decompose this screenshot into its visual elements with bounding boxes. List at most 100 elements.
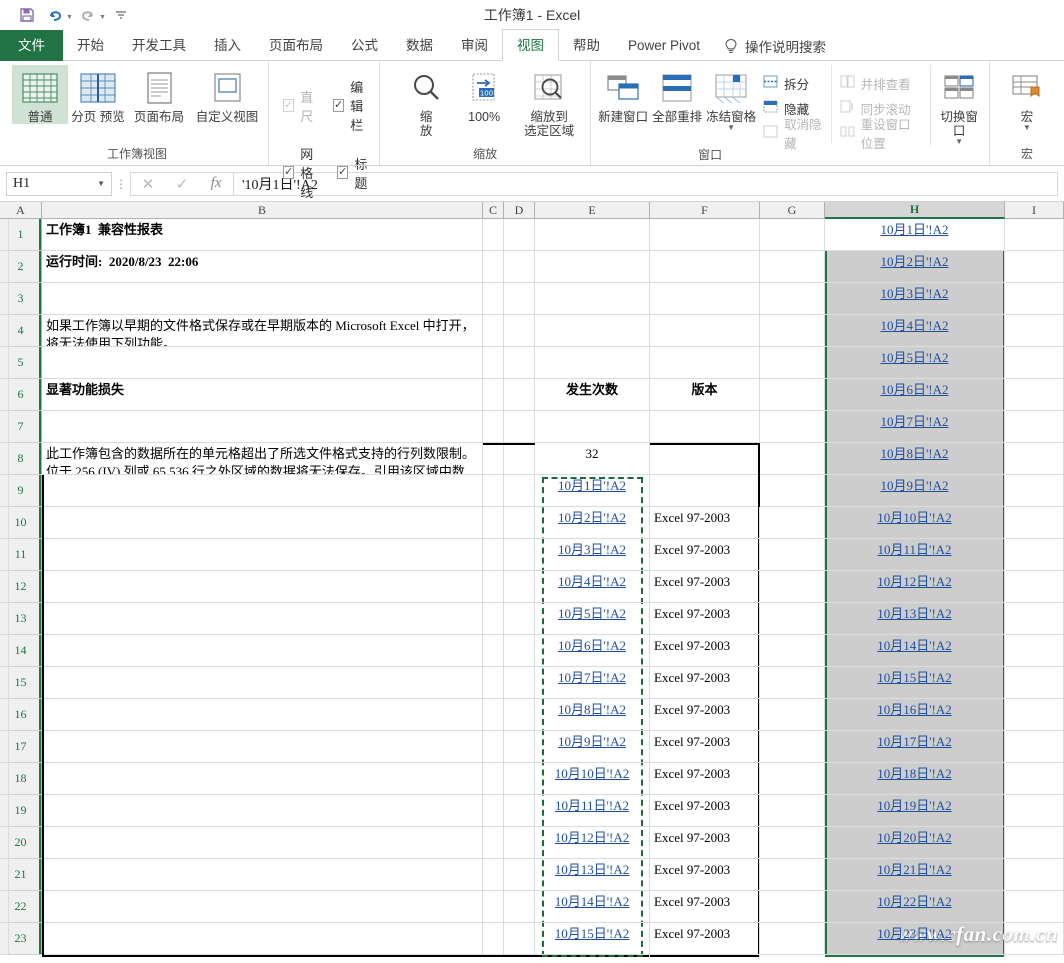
cell-H16[interactable]: 10月16日'!A2: [825, 699, 1005, 731]
cell-I8[interactable]: [1005, 443, 1064, 475]
cell-C10[interactable]: [483, 507, 504, 539]
tab-insert[interactable]: 插入: [200, 30, 255, 61]
hyperlink[interactable]: 10月16日'!A2: [877, 702, 952, 717]
cell-D23[interactable]: [504, 923, 535, 955]
cell-E13[interactable]: 10月5日'!A2: [535, 603, 650, 635]
chevron-down-icon[interactable]: ▼: [955, 138, 963, 146]
cell-E11[interactable]: 10月3日'!A2: [535, 539, 650, 571]
cell-C17[interactable]: [483, 731, 504, 763]
cell-C5[interactable]: [483, 347, 504, 379]
cell-I23[interactable]: [1005, 923, 1064, 955]
column-header-b[interactable]: B: [42, 202, 483, 219]
cell-I22[interactable]: [1005, 891, 1064, 923]
cell-D11[interactable]: [504, 539, 535, 571]
cell-G23[interactable]: [760, 923, 825, 955]
cell-E22[interactable]: 10月14日'!A2: [535, 891, 650, 923]
cell-C14[interactable]: [483, 635, 504, 667]
zoom-button[interactable]: 缩 放: [398, 65, 454, 138]
cell-F15[interactable]: Excel 97-2003: [650, 667, 760, 699]
cell-G9[interactable]: [760, 475, 825, 507]
cell-G20[interactable]: [760, 827, 825, 859]
cell-F21[interactable]: Excel 97-2003: [650, 859, 760, 891]
cell-C16[interactable]: [483, 699, 504, 731]
cell-G12[interactable]: [760, 571, 825, 603]
normal-view-button[interactable]: 普通: [12, 65, 68, 124]
cell-A5[interactable]: [0, 347, 9, 379]
hyperlink[interactable]: 10月7日'!A2: [558, 670, 626, 685]
cell-B19[interactable]: [42, 795, 483, 827]
cell-B20[interactable]: [42, 827, 483, 859]
tab-view[interactable]: 视图: [502, 29, 559, 61]
cell-A19[interactable]: [0, 795, 9, 827]
cell-C9[interactable]: [483, 475, 504, 507]
tab-home[interactable]: 开始: [63, 30, 118, 61]
cell-C15[interactable]: [483, 667, 504, 699]
cell-F7[interactable]: [650, 411, 760, 443]
cell-F1[interactable]: [650, 219, 760, 251]
cell-F2[interactable]: [650, 251, 760, 283]
hyperlink[interactable]: 10月3日'!A2: [880, 286, 948, 301]
cell-I11[interactable]: [1005, 539, 1064, 571]
page-layout-button[interactable]: 页面布局: [128, 65, 190, 124]
tab-formulas[interactable]: 公式: [337, 30, 392, 61]
cell-D7[interactable]: [504, 411, 535, 443]
cell-B1[interactable]: 工作簿1 兼容性报表: [42, 219, 483, 251]
cell-I14[interactable]: [1005, 635, 1064, 667]
cell-B15[interactable]: [42, 667, 483, 699]
hyperlink[interactable]: 10月21日'!A2: [877, 862, 952, 877]
hyperlink[interactable]: 10月7日'!A2: [880, 414, 948, 429]
cell-E16[interactable]: 10月8日'!A2: [535, 699, 650, 731]
cell-C22[interactable]: [483, 891, 504, 923]
cell-F12[interactable]: Excel 97-2003: [650, 571, 760, 603]
hyperlink[interactable]: 10月4日'!A2: [558, 574, 626, 589]
hyperlink[interactable]: 10月12日'!A2: [877, 574, 952, 589]
cell-B3[interactable]: [42, 283, 483, 315]
cell-B7[interactable]: [42, 411, 483, 443]
cell-A3[interactable]: [0, 283, 9, 315]
tab-power-pivot[interactable]: Power Pivot: [614, 30, 714, 61]
zoom-100-button[interactable]: 100 100%: [456, 65, 512, 124]
cell-A4[interactable]: [0, 315, 9, 347]
cell-G5[interactable]: [760, 347, 825, 379]
tab-help[interactable]: 帮助: [559, 30, 614, 61]
cell-G6[interactable]: [760, 379, 825, 411]
cell-E5[interactable]: [535, 347, 650, 379]
cell-D5[interactable]: [504, 347, 535, 379]
cell-C3[interactable]: [483, 283, 504, 315]
cell-G10[interactable]: [760, 507, 825, 539]
cell-I5[interactable]: [1005, 347, 1064, 379]
hyperlink[interactable]: 10月3日'!A2: [558, 542, 626, 557]
hyperlink[interactable]: 10月23日'!A2: [877, 926, 952, 941]
cell-E2[interactable]: [535, 251, 650, 283]
cell-G21[interactable]: [760, 859, 825, 891]
column-header-d[interactable]: D: [504, 202, 535, 219]
cell-I10[interactable]: [1005, 507, 1064, 539]
cell-F23[interactable]: Excel 97-2003: [650, 923, 760, 955]
cell-A20[interactable]: [0, 827, 9, 859]
cell-F22[interactable]: Excel 97-2003: [650, 891, 760, 923]
cell-D20[interactable]: [504, 827, 535, 859]
cell-B12[interactable]: [42, 571, 483, 603]
cell-D3[interactable]: [504, 283, 535, 315]
cell-H6[interactable]: 10月6日'!A2: [825, 379, 1005, 411]
cell-D4[interactable]: [504, 315, 535, 347]
chevron-down-icon[interactable]: ▼: [97, 179, 105, 188]
cell-G4[interactable]: [760, 315, 825, 347]
hyperlink[interactable]: 10月12日'!A2: [555, 830, 630, 845]
cell-G8[interactable]: [760, 443, 825, 475]
zoom-to-selection-button[interactable]: 缩放到 选定区域: [514, 65, 584, 138]
cell-F5[interactable]: [650, 347, 760, 379]
cell-D1[interactable]: [504, 219, 535, 251]
cell-I7[interactable]: [1005, 411, 1064, 443]
cell-B8[interactable]: 此工作簿包含的数据所在的单元格超出了所选文件格式支持的行列数限制。位于 256 …: [42, 443, 483, 475]
cell-I13[interactable]: [1005, 603, 1064, 635]
hyperlink[interactable]: 10月9日'!A2: [558, 734, 626, 749]
cell-A10[interactable]: [0, 507, 9, 539]
cell-C1[interactable]: [483, 219, 504, 251]
cell-D22[interactable]: [504, 891, 535, 923]
worksheet-grid[interactable]: ABCDEFGHI 1 2 3 4 5 6 7 8 9 10 11 12 13 14 15 16 17 18 19 2…: [0, 202, 1064, 957]
enter-icon[interactable]: ✓: [165, 175, 199, 193]
cell-E21[interactable]: 10月13日'!A2: [535, 859, 650, 891]
hyperlink[interactable]: 10月13日'!A2: [555, 862, 630, 877]
cell-F18[interactable]: Excel 97-2003: [650, 763, 760, 795]
